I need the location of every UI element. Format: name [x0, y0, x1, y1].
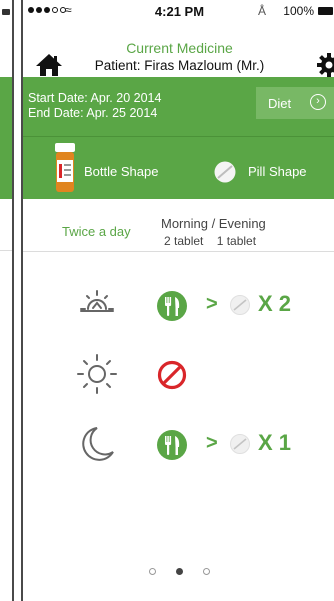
end-date: End Date: Apr. 25 2014 — [28, 106, 158, 120]
chevron-right-icon: › — [310, 94, 326, 110]
header: Current Medicine Patient: Firas Mazloum … — [23, 22, 334, 77]
start-date: Start Date: Apr. 20 2014 — [28, 91, 162, 105]
pill-icon — [230, 295, 250, 315]
moon-icon — [82, 427, 114, 461]
schedule-row-morning: > X 2 — [23, 283, 334, 337]
battery-icon — [2, 9, 10, 15]
page-dot-active[interactable] — [176, 568, 183, 575]
phone-screen: ≈ 4:21 PM Å 100% Current Medicine Patien… — [21, 0, 334, 601]
status-bar: ≈ 4:21 PM Å 100% — [23, 0, 334, 22]
battery-icon — [318, 7, 333, 15]
then-arrow: > — [206, 293, 218, 315]
meal-icon — [157, 430, 187, 460]
page-indicator[interactable] — [23, 568, 334, 575]
gear-icon[interactable] — [316, 52, 334, 78]
page-dot[interactable] — [203, 568, 210, 575]
dose-quantity: X 2 — [258, 291, 292, 316]
then-arrow: > — [206, 432, 218, 454]
schedule-row-noon — [23, 352, 334, 406]
sun-icon — [77, 354, 117, 394]
pill-icon[interactable] — [214, 161, 236, 183]
band-divider — [23, 136, 334, 137]
bluetooth-icon: Å — [257, 4, 266, 18]
diet-button[interactable]: Diet › — [256, 87, 334, 119]
pill-shape-label: Pill Shape — [248, 164, 307, 179]
patient-name: Patient: Firas Mazloum (Mr.) — [94, 58, 265, 73]
frequency-row: Twice a day Morning / Evening 2 tablet 1… — [23, 199, 334, 252]
frequency-amounts: 2 tablet 1 tablet — [164, 234, 257, 248]
schedule-row-evening: > X 1 — [23, 422, 334, 476]
sunrise-icon — [80, 290, 114, 312]
meal-icon — [157, 291, 187, 321]
previous-screen-edge — [0, 0, 14, 601]
battery-percent: 100% — [283, 4, 314, 18]
no-dose-icon — [157, 360, 187, 390]
page-title: Current Medicine — [126, 40, 233, 56]
previous-screen-band — [0, 77, 12, 199]
medicine-info-band: Start Date: Apr. 20 2014 End Date: Apr. … — [23, 77, 334, 199]
bottle-icon[interactable] — [54, 143, 76, 193]
bottle-shape-label: Bottle Shape — [84, 164, 159, 179]
diet-button-label: Diet — [268, 95, 292, 111]
dose-quantity: X 1 — [258, 430, 292, 455]
previous-screen-divider — [0, 250, 12, 251]
frequency-label: Twice a day — [62, 224, 131, 239]
medicine-dates: Start Date: Apr. 20 2014 End Date: Apr. … — [28, 91, 161, 121]
pill-icon — [230, 434, 250, 454]
frequency-times: Morning / Evening — [161, 216, 266, 231]
page-dot[interactable] — [149, 568, 156, 575]
